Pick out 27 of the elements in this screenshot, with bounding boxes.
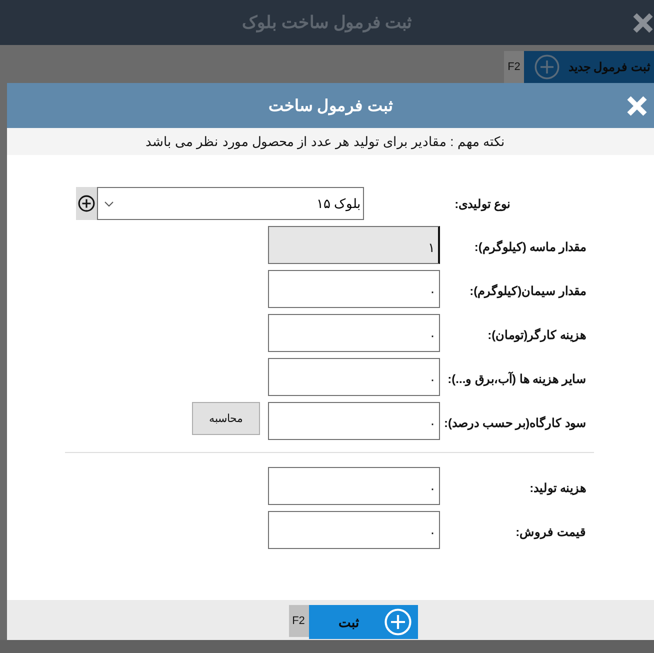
plus-icon [78,195,95,212]
field-label: مقدار ماسه (کیلوگرم): [473,239,587,254]
submit-button[interactable]: ثبت [308,605,418,639]
product-dropdown[interactable]: بلوک ۱۵ [97,187,364,220]
field-label: قیمت فروش: [514,524,587,539]
input-field[interactable]: ۰ [268,511,440,549]
note-text: نکته مهم : مقادیر برای تولید هر عدد از محصول مورد نظر می باشد [7,128,654,155]
input-field[interactable]: ۰ [268,358,440,396]
close-icon[interactable] [632,12,654,34]
field-label: مقدار سیمان(کیلوگرم): [468,283,587,298]
chevron-icon [104,200,114,206]
shortcut-label: F2 [288,605,308,637]
input-field[interactable]: ۰ [268,314,440,352]
plus-icon [534,54,560,80]
input-field[interactable]: ۰ [268,467,440,505]
shortcut-label: F2 [504,51,524,83]
input-field[interactable]: ۰ [268,402,440,440]
calculate-button[interactable]: محاسبه [192,402,260,435]
plus-icon [384,608,412,636]
field-label: نوع تولیدی: [454,196,511,211]
input-field[interactable]: ۰ [268,270,440,308]
field-label: هزینه تولید: [528,480,587,495]
field-label: سایر هزینه ها (آب،برق و...): [446,370,587,386]
add-button[interactable] [76,187,97,220]
field-label: سود کارگاه(بر حسب درصد): [443,415,587,430]
field-label: هزینه کارگر(تومان): [486,327,587,342]
dialog-title: ثبت فرمول ساخت [268,96,392,116]
